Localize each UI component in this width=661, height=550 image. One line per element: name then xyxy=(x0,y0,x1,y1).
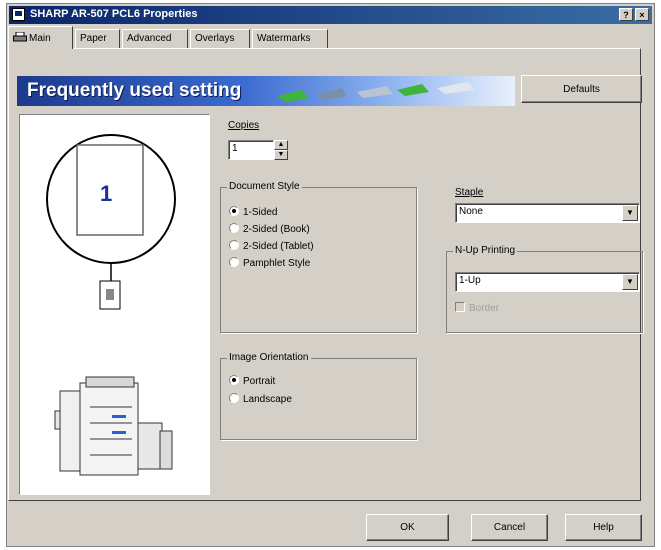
radio-unselected-icon xyxy=(229,223,239,233)
frequently-used-banner: Frequently used setting xyxy=(17,76,515,106)
radio-unselected-icon xyxy=(229,393,239,403)
document-style-title: Document Style xyxy=(227,181,302,192)
close-title-button[interactable]: × xyxy=(635,8,649,21)
tab-watermarks-label: Watermarks xyxy=(257,33,311,44)
radio-landscape[interactable]: Landscape xyxy=(229,393,292,405)
radio-2-sided-tablet[interactable]: 2-Sided (Tablet) xyxy=(229,240,314,252)
n-up-value: 1-Up xyxy=(459,275,481,286)
tab-paper[interactable]: Paper xyxy=(75,29,120,48)
defaults-button-label: Defaults xyxy=(563,84,600,95)
tab-overlays[interactable]: Overlays xyxy=(190,29,250,48)
tab-advanced[interactable]: Advanced xyxy=(122,29,188,48)
radio-selected-icon xyxy=(229,375,239,385)
copies-spin-up-icon[interactable]: ▲ xyxy=(274,140,288,150)
tab-main-label: Main xyxy=(29,33,51,44)
image-orientation-title: Image Orientation xyxy=(227,352,311,363)
defaults-button[interactable]: Defaults xyxy=(521,75,642,103)
chevron-down-icon[interactable]: ▼ xyxy=(622,205,638,221)
n-up-printing-group: N-Up Printing 1-Up ▼ Border xyxy=(446,245,643,333)
checkbox-disabled-icon xyxy=(455,302,465,312)
radio-unselected-icon xyxy=(229,240,239,250)
copies-label: Copies xyxy=(228,120,260,131)
radio-2-sided-book[interactable]: 2-Sided (Book) xyxy=(229,223,310,235)
radio-selected-icon xyxy=(229,206,239,216)
border-checkbox[interactable]: Border xyxy=(455,302,499,314)
tab-paper-label: Paper xyxy=(80,33,107,44)
staple-label: Staple xyxy=(455,187,484,198)
image-orientation-group: Image Orientation Portrait Landscape xyxy=(220,352,417,440)
cancel-button[interactable]: Cancel xyxy=(471,514,548,541)
document-style-group: Document Style 1-Sided 2-Sided (Book) 2-… xyxy=(220,181,417,333)
help-button[interactable]: Help xyxy=(565,514,642,541)
tab-overlays-label: Overlays xyxy=(195,33,235,44)
printer-app-icon xyxy=(12,8,25,21)
n-up-printing-title: N-Up Printing xyxy=(453,245,518,256)
radio-1-sided[interactable]: 1-Sided xyxy=(229,206,277,218)
n-up-dropdown[interactable]: 1-Up ▼ xyxy=(455,272,640,292)
chevron-down-icon[interactable]: ▼ xyxy=(622,274,638,290)
printer-icon xyxy=(13,32,27,42)
radio-pamphlet-style[interactable]: Pamphlet Style xyxy=(229,257,310,269)
radio-portrait[interactable]: Portrait xyxy=(229,375,275,387)
radio-unselected-icon xyxy=(229,257,239,267)
banner-title: Frequently used setting xyxy=(27,80,242,101)
copier-illustration xyxy=(54,376,173,476)
ok-button[interactable]: OK xyxy=(366,514,449,541)
tab-advanced-label: Advanced xyxy=(127,33,172,44)
preview-graphic xyxy=(46,134,176,476)
help-title-button[interactable]: ? xyxy=(619,8,633,21)
help-button-label: Help xyxy=(593,522,614,533)
preview-page-number: 1 xyxy=(100,181,113,206)
staple-dropdown[interactable]: None ▼ xyxy=(455,203,640,223)
tab-watermarks[interactable]: Watermarks xyxy=(252,29,328,48)
window-title: SHARP AR-507 PCL6 Properties xyxy=(30,8,198,20)
copies-input[interactable]: 1 xyxy=(228,140,274,160)
staple-value: None xyxy=(459,206,483,217)
print-preview-area: 1 xyxy=(19,114,210,495)
ok-button-label: OK xyxy=(400,522,415,533)
tab-main[interactable]: Main xyxy=(8,26,73,49)
copies-spin-down-icon[interactable]: ▼ xyxy=(274,150,288,160)
title-bar[interactable]: SHARP AR-507 PCL6 Properties ? × xyxy=(9,6,652,24)
banner-decoration-graphic xyxy=(277,82,475,102)
cancel-button-label: Cancel xyxy=(493,522,526,533)
